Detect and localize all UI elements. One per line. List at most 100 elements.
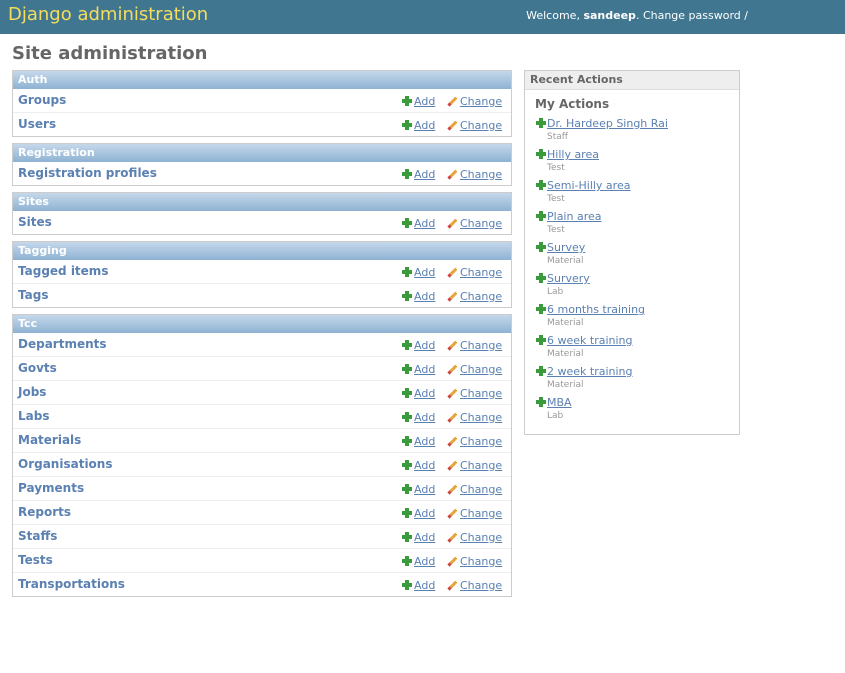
recent-action-link[interactable]: Dr. Hardeep Singh Rai: [547, 117, 668, 130]
add-link[interactable]: Add: [402, 411, 435, 424]
add-label: Add: [414, 363, 436, 376]
module-title[interactable]: Tcc: [13, 315, 511, 333]
model-link[interactable]: Tagged items: [18, 264, 108, 278]
change-link[interactable]: Change: [448, 95, 502, 108]
add-link[interactable]: Add: [402, 266, 435, 279]
change-link[interactable]: Change: [448, 531, 502, 544]
change-link[interactable]: Change: [448, 555, 502, 568]
model-link[interactable]: Sites: [18, 215, 52, 229]
add-link[interactable]: Add: [402, 363, 435, 376]
add-label: Add: [414, 95, 436, 108]
add-link[interactable]: Add: [402, 555, 435, 568]
recent-action-link[interactable]: Plain area: [547, 210, 601, 223]
model-link[interactable]: Organisations: [18, 457, 112, 471]
pencil-icon: [448, 364, 458, 374]
recent-action-link[interactable]: 6 months training: [547, 303, 645, 316]
add-link[interactable]: Add: [402, 95, 435, 108]
module-title[interactable]: Tagging: [13, 242, 511, 260]
change-password-link[interactable]: Change password: [643, 9, 741, 22]
model-link[interactable]: Govts: [18, 361, 57, 375]
change-label: Change: [460, 507, 503, 520]
model-link[interactable]: Registration profiles: [18, 166, 157, 180]
recent-action-link[interactable]: 2 week training: [547, 365, 633, 378]
model-link[interactable]: Tags: [18, 288, 48, 302]
pencil-icon: [448, 460, 458, 470]
model-link[interactable]: Jobs: [18, 385, 46, 399]
add-link[interactable]: Add: [402, 483, 435, 496]
recent-action-link[interactable]: MBA: [547, 396, 572, 409]
change-link[interactable]: Change: [448, 411, 502, 424]
add-link[interactable]: Add: [402, 435, 435, 448]
add-icon: [402, 436, 412, 446]
model-link[interactable]: Materials: [18, 433, 81, 447]
module-tagging: Tagging Tagged items Add Change Tags Add Chang…: [12, 241, 512, 308]
model-link[interactable]: Staffs: [18, 529, 57, 543]
pencil-icon: [448, 267, 458, 277]
recent-action-type: Test: [547, 225, 565, 235]
change-link[interactable]: Change: [448, 290, 502, 303]
change-label: Change: [460, 459, 503, 472]
recent-action-link[interactable]: Semi-Hilly area: [547, 179, 630, 192]
add-link[interactable]: Add: [402, 119, 435, 132]
site-branding[interactable]: Django administration: [8, 4, 208, 25]
addition-icon: [536, 273, 546, 283]
addition-icon: [536, 242, 546, 252]
module-registration: Registration Registration profiles Add Chan…: [12, 143, 512, 186]
add-link[interactable]: Add: [402, 579, 435, 592]
module-auth: Auth Groups Add Change Users Add Change: [12, 70, 512, 137]
add-icon: [402, 484, 412, 494]
change-link[interactable]: Change: [448, 168, 502, 181]
change-link[interactable]: Change: [448, 363, 502, 376]
pencil-icon: [448, 556, 458, 566]
module-title[interactable]: Auth: [13, 71, 511, 89]
recent-action-link[interactable]: Survery: [547, 272, 590, 285]
addition-icon: [536, 118, 546, 128]
add-link[interactable]: Add: [402, 459, 435, 472]
change-label: Change: [460, 435, 503, 448]
page-title: Site administration: [12, 43, 208, 64]
model-link[interactable]: Groups: [18, 93, 66, 107]
change-link[interactable]: Change: [448, 217, 502, 230]
add-icon: [402, 580, 412, 590]
change-link[interactable]: Change: [448, 339, 502, 352]
change-link[interactable]: Change: [448, 483, 502, 496]
add-link[interactable]: Add: [402, 217, 435, 230]
model-row: Departments Add Change: [13, 333, 511, 357]
change-label: Change: [460, 217, 503, 230]
module-title[interactable]: Registration: [13, 144, 511, 162]
model-link[interactable]: Users: [18, 117, 56, 131]
add-link[interactable]: Add: [402, 531, 435, 544]
model-link[interactable]: Departments: [18, 337, 107, 351]
add-icon: [402, 364, 412, 374]
recent-action-link[interactable]: 6 week training: [547, 334, 633, 347]
module-title[interactable]: Sites: [13, 193, 511, 211]
model-link[interactable]: Tests: [18, 553, 53, 567]
change-link[interactable]: Change: [448, 507, 502, 520]
add-link[interactable]: Add: [402, 507, 435, 520]
recent-action-link[interactable]: Survey: [547, 241, 585, 254]
model-link[interactable]: Payments: [18, 481, 84, 495]
add-icon: [402, 218, 412, 228]
model-row: Materials Add Change: [13, 429, 511, 453]
add-link[interactable]: Add: [402, 168, 435, 181]
change-link[interactable]: Change: [448, 459, 502, 472]
change-label: Change: [460, 339, 503, 352]
add-link[interactable]: Add: [402, 290, 435, 303]
header: Django administration Welcome, sandeep. …: [0, 0, 845, 34]
change-link[interactable]: Change: [448, 266, 502, 279]
change-link[interactable]: Change: [448, 119, 502, 132]
model-row: Sites Add Change: [13, 211, 511, 234]
model-link[interactable]: Labs: [18, 409, 49, 423]
change-link[interactable]: Change: [448, 387, 502, 400]
add-label: Add: [414, 435, 436, 448]
add-link[interactable]: Add: [402, 387, 435, 400]
pencil-icon: [448, 218, 458, 228]
change-link[interactable]: Change: [448, 435, 502, 448]
change-link[interactable]: Change: [448, 579, 502, 592]
recent-action-link[interactable]: Hilly area: [547, 148, 599, 161]
model-link[interactable]: Reports: [18, 505, 71, 519]
change-label: Change: [460, 531, 503, 544]
model-link[interactable]: Transportations: [18, 577, 125, 591]
add-link[interactable]: Add: [402, 339, 435, 352]
add-icon: [402, 291, 412, 301]
